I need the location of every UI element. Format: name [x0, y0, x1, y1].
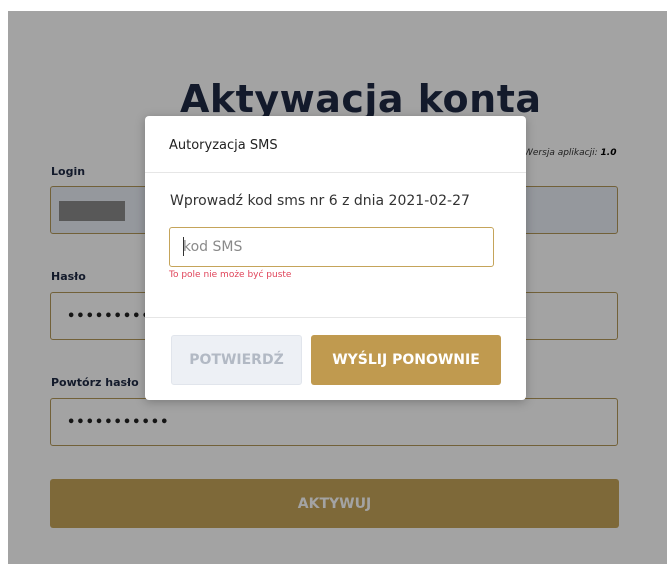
- confirm-button[interactable]: POTWIERDŹ: [171, 335, 302, 385]
- text-cursor: [183, 237, 184, 256]
- resend-button[interactable]: WYŚLIJ PONOWNIE: [311, 335, 501, 385]
- dialog-message: Wprowadź kod sms nr 6 z dnia 2021-02-27: [170, 193, 470, 209]
- dialog-title: Autoryzacja SMS: [145, 116, 526, 173]
- sms-auth-dialog: Autoryzacja SMS Wprowadź kod sms nr 6 z …: [145, 116, 526, 400]
- dialog-footer: POTWIERDŹ WYŚLIJ PONOWNIE: [145, 318, 526, 400]
- sms-code-error: To pole nie może być puste: [169, 270, 292, 280]
- sms-code-input[interactable]: [169, 227, 494, 267]
